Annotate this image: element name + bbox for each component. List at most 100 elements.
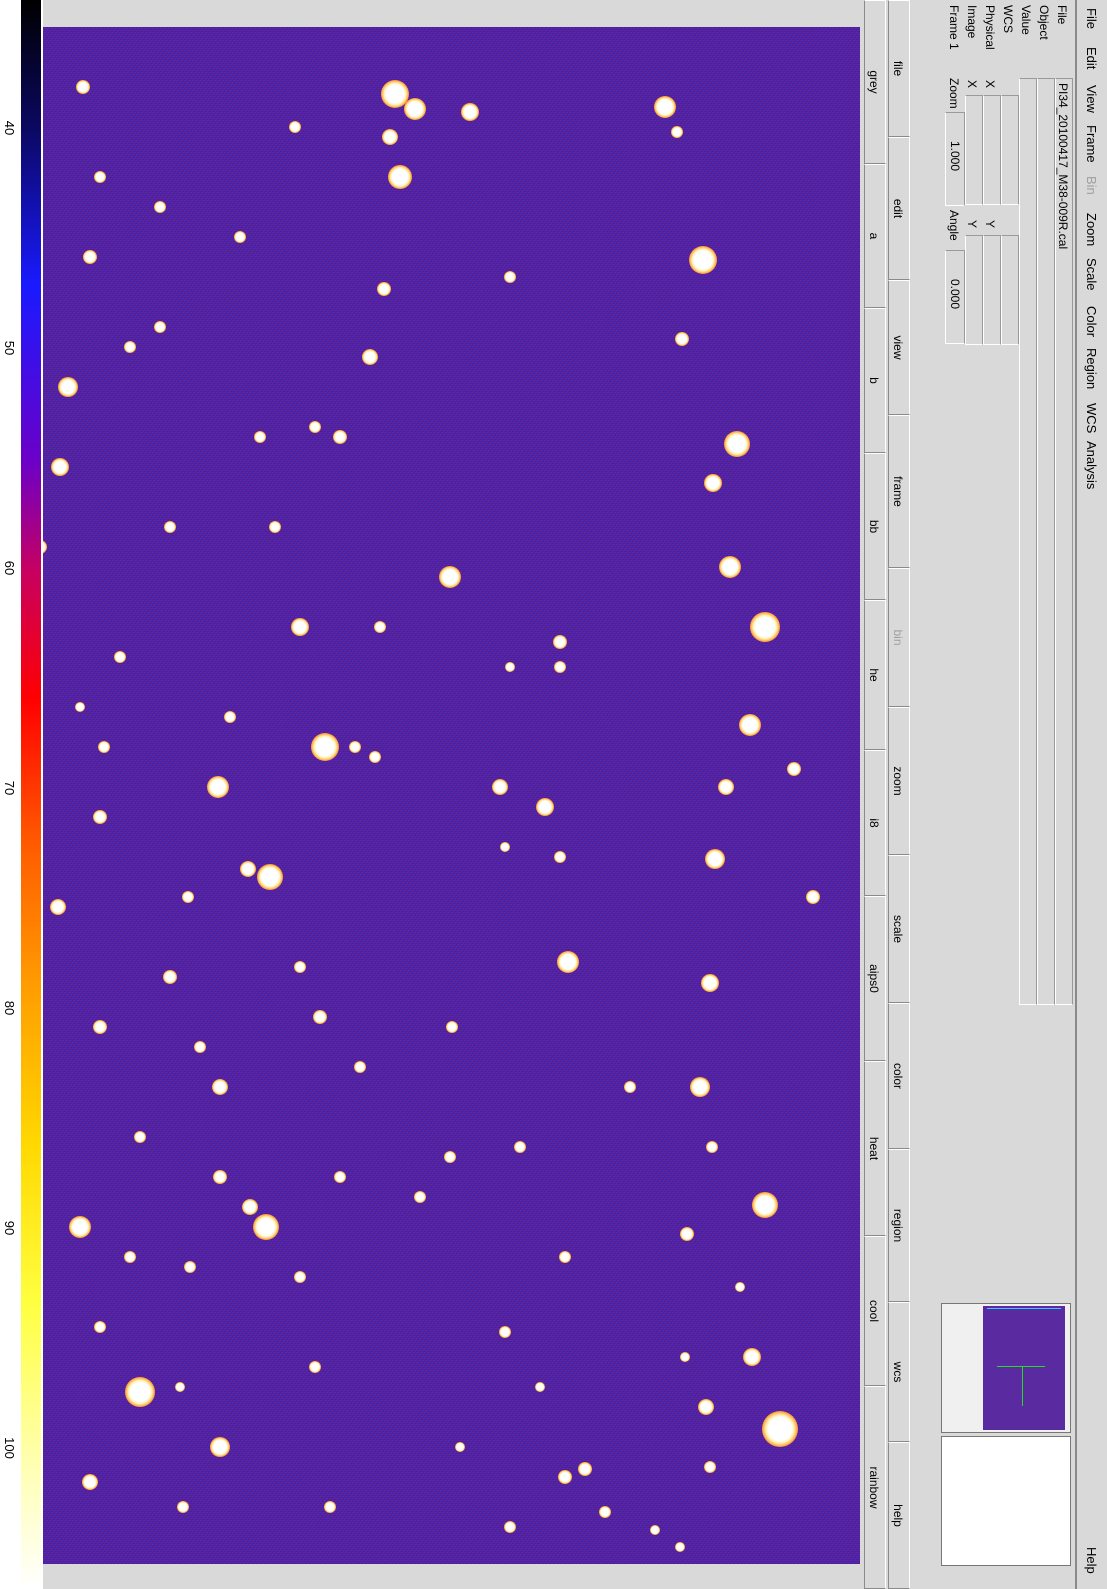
- star: [369, 751, 381, 763]
- star: [75, 702, 85, 712]
- star: [599, 1506, 611, 1518]
- star: [654, 96, 676, 118]
- star: [125, 1377, 155, 1407]
- button-region[interactable]: region: [888, 1149, 910, 1302]
- compass-east-line: [1022, 1366, 1023, 1406]
- star: [124, 341, 136, 353]
- star: [234, 231, 246, 243]
- image-y-label: Y: [965, 220, 979, 229]
- button-view[interactable]: view: [888, 280, 910, 415]
- star: [177, 1501, 189, 1513]
- button-scale[interactable]: scale: [888, 855, 910, 1003]
- colorbar: [21, 0, 41, 1589]
- star: [752, 1192, 778, 1218]
- star: [94, 1321, 106, 1333]
- angle-label: Angle: [947, 210, 961, 241]
- star: [154, 321, 166, 333]
- star: [349, 741, 361, 753]
- button-cool[interactable]: cool: [864, 1236, 886, 1386]
- menu-help[interactable]: Help: [1084, 1547, 1099, 1574]
- frame-label: Frame 1: [947, 5, 961, 50]
- button-edit[interactable]: edit: [888, 137, 910, 280]
- star: [224, 711, 236, 723]
- button-bb[interactable]: bb: [864, 453, 886, 600]
- button-bin: bin: [888, 568, 910, 707]
- star: [257, 864, 283, 890]
- star: [675, 1542, 685, 1552]
- menu-region[interactable]: Region: [1084, 348, 1099, 389]
- physical-x-field: [983, 95, 1001, 205]
- star: [455, 1442, 465, 1452]
- zoom-field: 1.000: [945, 112, 965, 206]
- star: [269, 521, 281, 533]
- image-canvas[interactable]: [43, 27, 860, 1564]
- menu-bar: File Edit View Frame Bin Zoom Scale Colo…: [1075, 0, 1107, 1589]
- menu-file[interactable]: File: [1084, 8, 1099, 29]
- star: [94, 171, 106, 183]
- button-color[interactable]: color: [888, 1003, 910, 1149]
- panner-image: [983, 1306, 1065, 1430]
- star: [500, 842, 510, 852]
- star: [254, 431, 266, 443]
- colorbar-tick: 100: [2, 1437, 17, 1459]
- star: [114, 651, 126, 663]
- compass-north-line: [997, 1366, 1045, 1367]
- menu-frame[interactable]: Frame: [1084, 125, 1099, 163]
- button-grey[interactable]: grey: [864, 0, 886, 164]
- button-help[interactable]: help: [888, 1442, 910, 1589]
- physical-label: Physical: [983, 5, 997, 50]
- star: [164, 521, 176, 533]
- button-i8[interactable]: i8: [864, 750, 886, 896]
- star: [313, 1010, 327, 1024]
- menu-zoom[interactable]: Zoom: [1084, 213, 1099, 246]
- image-label: Image: [965, 5, 979, 39]
- wcs-x-field: [1001, 95, 1019, 205]
- star: [499, 1326, 511, 1338]
- star: [554, 851, 566, 863]
- button-wcs[interactable]: wcs: [888, 1302, 910, 1442]
- star: [705, 849, 725, 869]
- star: [294, 961, 306, 973]
- menu-view[interactable]: View: [1084, 85, 1099, 113]
- star: [50, 899, 66, 915]
- button-heat[interactable]: heat: [864, 1061, 886, 1236]
- button-frame[interactable]: frame: [888, 415, 910, 568]
- star: [787, 762, 801, 776]
- menu-edit[interactable]: Edit: [1084, 47, 1099, 69]
- star: [414, 1191, 426, 1203]
- panner[interactable]: [941, 1303, 1071, 1433]
- star: [558, 1470, 572, 1484]
- star: [240, 861, 256, 877]
- star: [134, 1131, 146, 1143]
- value-field: [1019, 78, 1037, 1005]
- button-aips0[interactable]: aips0: [864, 896, 886, 1061]
- star: [578, 1462, 592, 1476]
- button-b[interactable]: b: [864, 308, 886, 453]
- star: [212, 1079, 228, 1095]
- star: [553, 635, 567, 649]
- button-he[interactable]: he: [864, 600, 886, 750]
- star: [514, 1141, 526, 1153]
- star: [690, 1077, 710, 1097]
- menu-scale[interactable]: Scale: [1084, 258, 1099, 291]
- menu-color[interactable]: Color: [1084, 306, 1099, 337]
- star: [309, 1361, 321, 1373]
- star: [354, 1061, 366, 1073]
- button-rainbow[interactable]: rainbow: [864, 1386, 886, 1589]
- button-file[interactable]: file: [888, 0, 910, 137]
- image-x-label: X: [965, 80, 979, 89]
- star: [698, 1399, 714, 1415]
- button-a[interactable]: a: [864, 164, 886, 308]
- star: [289, 121, 301, 133]
- star: [719, 556, 741, 578]
- main-button-bar: file edit view frame bin zoom scale colo…: [886, 0, 910, 1589]
- menu-analysis[interactable]: Analysis: [1084, 441, 1099, 489]
- star: [505, 662, 515, 672]
- menu-wcs[interactable]: WCS: [1084, 403, 1099, 433]
- star: [704, 474, 722, 492]
- value-label: Value: [1019, 5, 1033, 35]
- star: [557, 951, 579, 973]
- star: [671, 126, 683, 138]
- colormap-button-bar: grey a b bb he i8 aips0 heat cool rainbo…: [862, 0, 886, 1589]
- button-zoom[interactable]: zoom: [888, 707, 910, 855]
